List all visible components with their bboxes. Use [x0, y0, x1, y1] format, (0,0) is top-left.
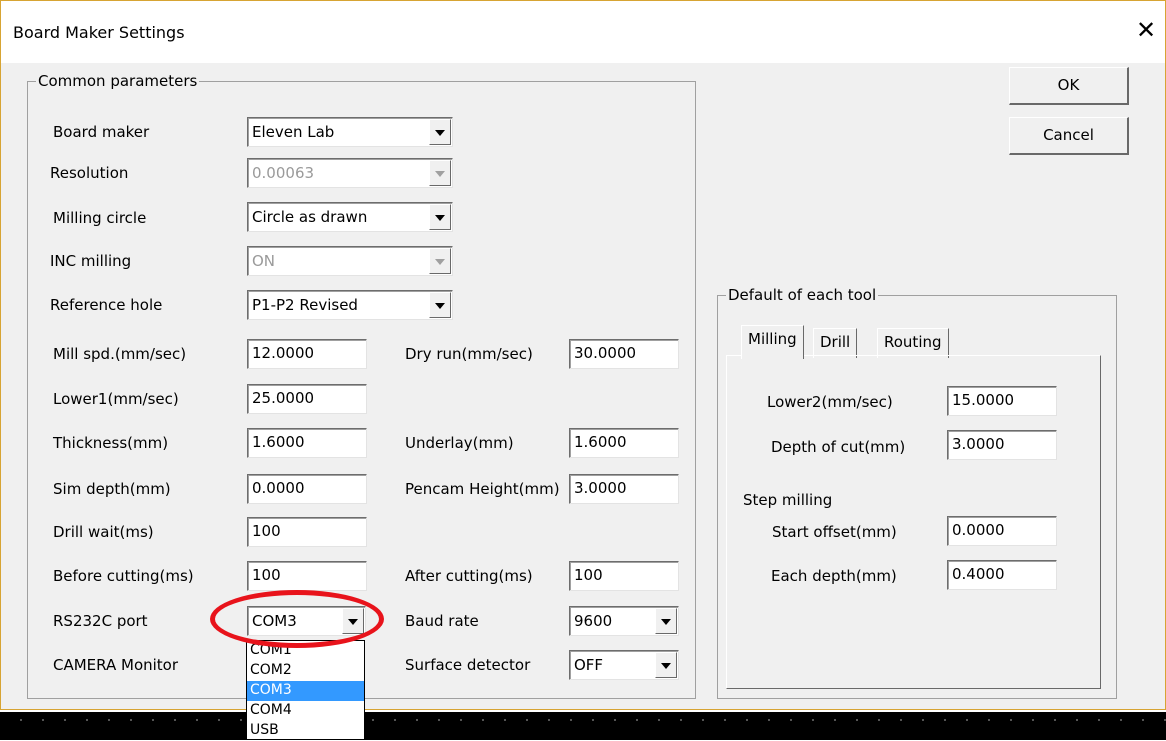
start-offset-field[interactable]: 0.0000 [947, 516, 1057, 546]
camera-monitor-label: CAMERA Monitor [53, 656, 179, 674]
chevron-down-icon [429, 248, 451, 274]
each-depth-label: Each depth(mm) [771, 567, 897, 585]
underlay-field[interactable]: 1.6000 [569, 428, 679, 458]
pencam-height-label: Pencam Height(mm) [405, 480, 560, 498]
inc-milling-select: ON [247, 246, 453, 276]
board-maker-label: Board maker [53, 123, 150, 141]
after-cutting-label: After cutting(ms) [405, 567, 533, 585]
window-title: Board Maker Settings [13, 23, 185, 42]
close-icon[interactable]: ✕ [1133, 17, 1159, 43]
mill-speed-label: Mill spd.(mm/sec) [53, 345, 187, 363]
chevron-down-icon[interactable] [655, 652, 677, 678]
tab-drill[interactable]: Drill [813, 328, 858, 358]
dropdown-option-com3[interactable]: COM3 [247, 681, 364, 701]
underlay-label: Underlay(mm) [405, 434, 514, 452]
tab-milling[interactable]: Milling [741, 325, 804, 359]
title-bar: Board Maker Settings ✕ [1, 1, 1165, 63]
chevron-down-icon [429, 160, 451, 186]
resolution-select: 0.00063 [247, 158, 453, 188]
drill-wait-field[interactable]: 100 [247, 517, 367, 547]
milling-circle-label: Milling circle [53, 209, 147, 227]
cancel-button[interactable]: Cancel [1009, 117, 1129, 155]
surface-detector-value: OFF [574, 656, 604, 674]
thickness-label: Thickness(mm) [53, 434, 169, 452]
board-maker-value: Eleven Lab [252, 123, 335, 141]
milling-circle-value: Circle as drawn [252, 208, 368, 226]
dropdown-option-com2[interactable]: COM2 [247, 661, 364, 681]
drill-wait-label: Drill wait(ms) [53, 523, 154, 541]
resolution-label: Resolution [50, 164, 129, 182]
tool-defaults-title: Default of each tool [726, 286, 879, 304]
before-cutting-label: Before cutting(ms) [53, 567, 194, 585]
baud-rate-value: 9600 [574, 612, 613, 630]
port-dropdown-list[interactable]: COM1 COM2 COM3 COM4 USB [246, 640, 365, 740]
rs232c-port-label: RS232C port [53, 612, 148, 630]
resolution-value: 0.00063 [252, 164, 315, 182]
surface-detector-select[interactable]: OFF [569, 650, 679, 680]
surface-detector-label: Surface detector [405, 656, 531, 674]
highlight-annotation [210, 590, 384, 648]
dropdown-option-usb[interactable]: USB [247, 721, 364, 741]
dropdown-option-com4[interactable]: COM4 [247, 701, 364, 721]
tab-routing[interactable]: Routing [877, 328, 949, 358]
dry-run-field[interactable]: 30.0000 [569, 339, 679, 369]
strip-dots [0, 719, 1166, 721]
chevron-down-icon[interactable] [655, 608, 677, 634]
reference-hole-label: Reference hole [50, 296, 163, 314]
milling-circle-select[interactable]: Circle as drawn [247, 202, 453, 232]
sim-depth-label: Sim depth(mm) [53, 480, 171, 498]
ok-button[interactable]: OK [1009, 67, 1129, 105]
chevron-down-icon[interactable] [429, 204, 451, 230]
after-cutting-field[interactable]: 100 [569, 561, 679, 591]
depth-of-cut-label: Depth of cut(mm) [771, 438, 906, 456]
chevron-down-icon[interactable] [429, 292, 451, 318]
lower2-label: Lower2(mm/sec) [767, 393, 893, 411]
before-cutting-field[interactable]: 100 [247, 561, 367, 591]
baud-rate-select[interactable]: 9600 [569, 606, 679, 636]
background-strip [0, 712, 1166, 740]
reference-hole-value: P1-P2 Revised [252, 296, 358, 314]
thickness-field[interactable]: 1.6000 [247, 428, 367, 458]
inc-milling-value: ON [252, 252, 276, 270]
mill-speed-field[interactable]: 12.0000 [247, 339, 367, 369]
board-maker-select[interactable]: Eleven Lab [247, 117, 453, 147]
step-milling-title: Step milling [743, 491, 833, 509]
depth-of-cut-field[interactable]: 3.0000 [947, 430, 1057, 460]
each-depth-field[interactable]: 0.4000 [947, 560, 1057, 590]
sim-depth-field[interactable]: 0.0000 [247, 474, 367, 504]
common-parameters-title: Common parameters [36, 72, 200, 90]
start-offset-label: Start offset(mm) [772, 523, 897, 541]
pencam-height-field[interactable]: 3.0000 [569, 474, 679, 504]
reference-hole-select[interactable]: P1-P2 Revised [247, 290, 453, 320]
inc-milling-label: INC milling [50, 252, 132, 270]
lower1-field[interactable]: 25.0000 [247, 384, 367, 414]
chevron-down-icon[interactable] [429, 119, 451, 145]
baud-rate-label: Baud rate [405, 612, 479, 630]
board-maker-settings-dialog: Board Maker Settings ✕ Common parameters… [0, 0, 1166, 710]
lower1-label: Lower1(mm/sec) [53, 390, 179, 408]
lower2-field[interactable]: 15.0000 [947, 386, 1057, 416]
dry-run-label: Dry run(mm/sec) [405, 345, 533, 363]
